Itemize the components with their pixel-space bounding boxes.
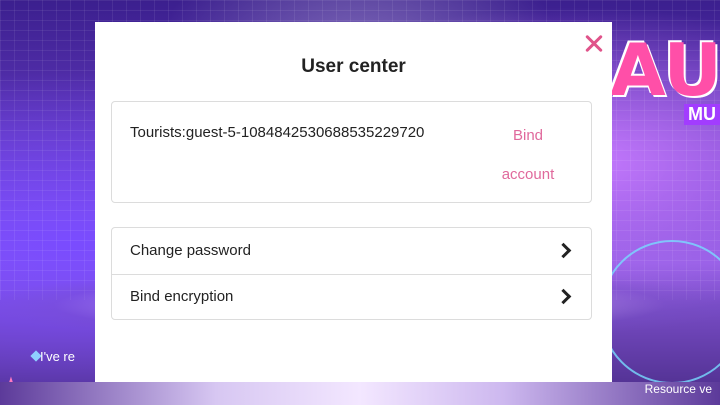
background-card-strip — [0, 382, 720, 405]
bind-encryption-item[interactable]: Bind encryption — [112, 274, 591, 320]
bind-account-line1: Bind — [512, 127, 544, 144]
bind-account-line2: account — [501, 166, 555, 183]
background-side-text: I've re — [40, 349, 75, 364]
game-logo-sub: MU — [684, 104, 720, 125]
bind-account-button[interactable]: Bind account — [493, 116, 563, 194]
user-center-dialog: User center Tourists:guest-5-10848425306… — [95, 22, 612, 382]
dialog-title: User center — [301, 56, 406, 77]
bind-encryption-label: Bind encryption — [130, 288, 234, 305]
settings-menu: Change password Bind encryption — [111, 227, 592, 320]
change-password-item[interactable]: Change password — [112, 228, 591, 275]
resource-version-text: Resource ve — [644, 382, 712, 396]
chevron-right-icon — [555, 288, 572, 305]
account-info-box: Tourists:guest-5-1084842530688535229720 … — [111, 101, 592, 203]
change-password-label: Change password — [130, 242, 251, 259]
guest-account-label: Tourists:guest-5-1084842530688535229720 — [130, 124, 425, 141]
chevron-right-icon — [555, 242, 572, 259]
close-icon[interactable] — [582, 32, 606, 56]
